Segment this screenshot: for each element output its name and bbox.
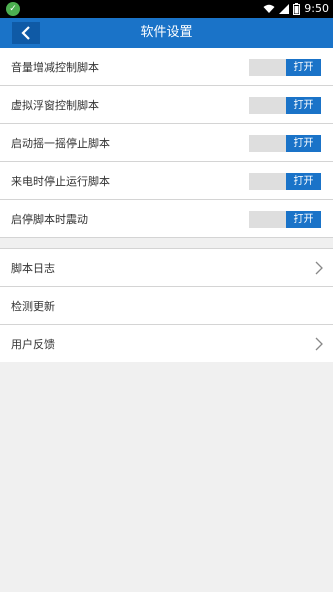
list-item-feedback[interactable]: 用户反馈 xyxy=(0,325,333,362)
toggle-settings-list: 音量增减控制脚本 打开 虚拟浮窗控制脚本 打开 启动摇一摇停止脚本 打开 来电时… xyxy=(0,48,333,238)
app-bar: 软件设置 xyxy=(0,18,333,48)
setting-row-incoming-call-stop: 来电时停止运行脚本 打开 xyxy=(0,162,333,200)
page-title: 软件设置 xyxy=(140,25,193,40)
chevron-left-icon xyxy=(21,26,30,40)
toggle-on-label: 打开 xyxy=(286,135,321,152)
incoming-call-stop-toggle[interactable]: 打开 xyxy=(249,173,321,190)
setting-row-shake-stop: 启动摇一摇停止脚本 打开 xyxy=(0,124,333,162)
toggle-on-label: 打开 xyxy=(286,173,321,190)
vibrate-toggle[interactable]: 打开 xyxy=(249,211,321,228)
setting-label: 虚拟浮窗控制脚本 xyxy=(11,98,99,112)
setting-label: 音量增减控制脚本 xyxy=(11,60,99,74)
setting-row-volume-control: 音量增减控制脚本 打开 xyxy=(0,48,333,86)
setting-label: 来电时停止运行脚本 xyxy=(11,174,110,188)
status-time: 9:50 xyxy=(304,2,329,15)
setting-row-vibrate: 启停脚本时震动 打开 xyxy=(0,200,333,238)
list-item-label: 用户反馈 xyxy=(11,337,55,351)
floating-window-toggle[interactable]: 打开 xyxy=(249,97,321,114)
setting-label: 启停脚本时震动 xyxy=(11,212,88,226)
list-item-label: 检测更新 xyxy=(11,299,55,313)
toggle-on-label: 打开 xyxy=(286,59,321,76)
list-item-script-log[interactable]: 脚本日志 xyxy=(0,249,333,287)
list-item-check-update[interactable]: 检测更新 xyxy=(0,287,333,325)
volume-control-toggle[interactable]: 打开 xyxy=(249,59,321,76)
status-indicators: 9:50 xyxy=(263,2,329,16)
toggle-on-label: 打开 xyxy=(286,97,321,114)
wifi-icon xyxy=(263,4,275,13)
status-bar: ✓ 9:50 xyxy=(0,0,333,18)
setting-label: 启动摇一摇停止脚本 xyxy=(11,136,110,150)
app-notification-icon: ✓ xyxy=(6,2,20,16)
toggle-on-label: 打开 xyxy=(286,211,321,228)
shake-stop-toggle[interactable]: 打开 xyxy=(249,135,321,152)
chevron-right-icon xyxy=(315,337,323,351)
list-item-label: 脚本日志 xyxy=(11,261,55,275)
setting-row-floating-window: 虚拟浮窗控制脚本 打开 xyxy=(0,86,333,124)
battery-icon xyxy=(293,3,301,15)
signal-icon xyxy=(279,4,290,14)
back-button[interactable] xyxy=(12,22,40,44)
link-settings-list: 脚本日志 检测更新 用户反馈 xyxy=(0,248,333,362)
chevron-right-icon xyxy=(315,261,323,275)
